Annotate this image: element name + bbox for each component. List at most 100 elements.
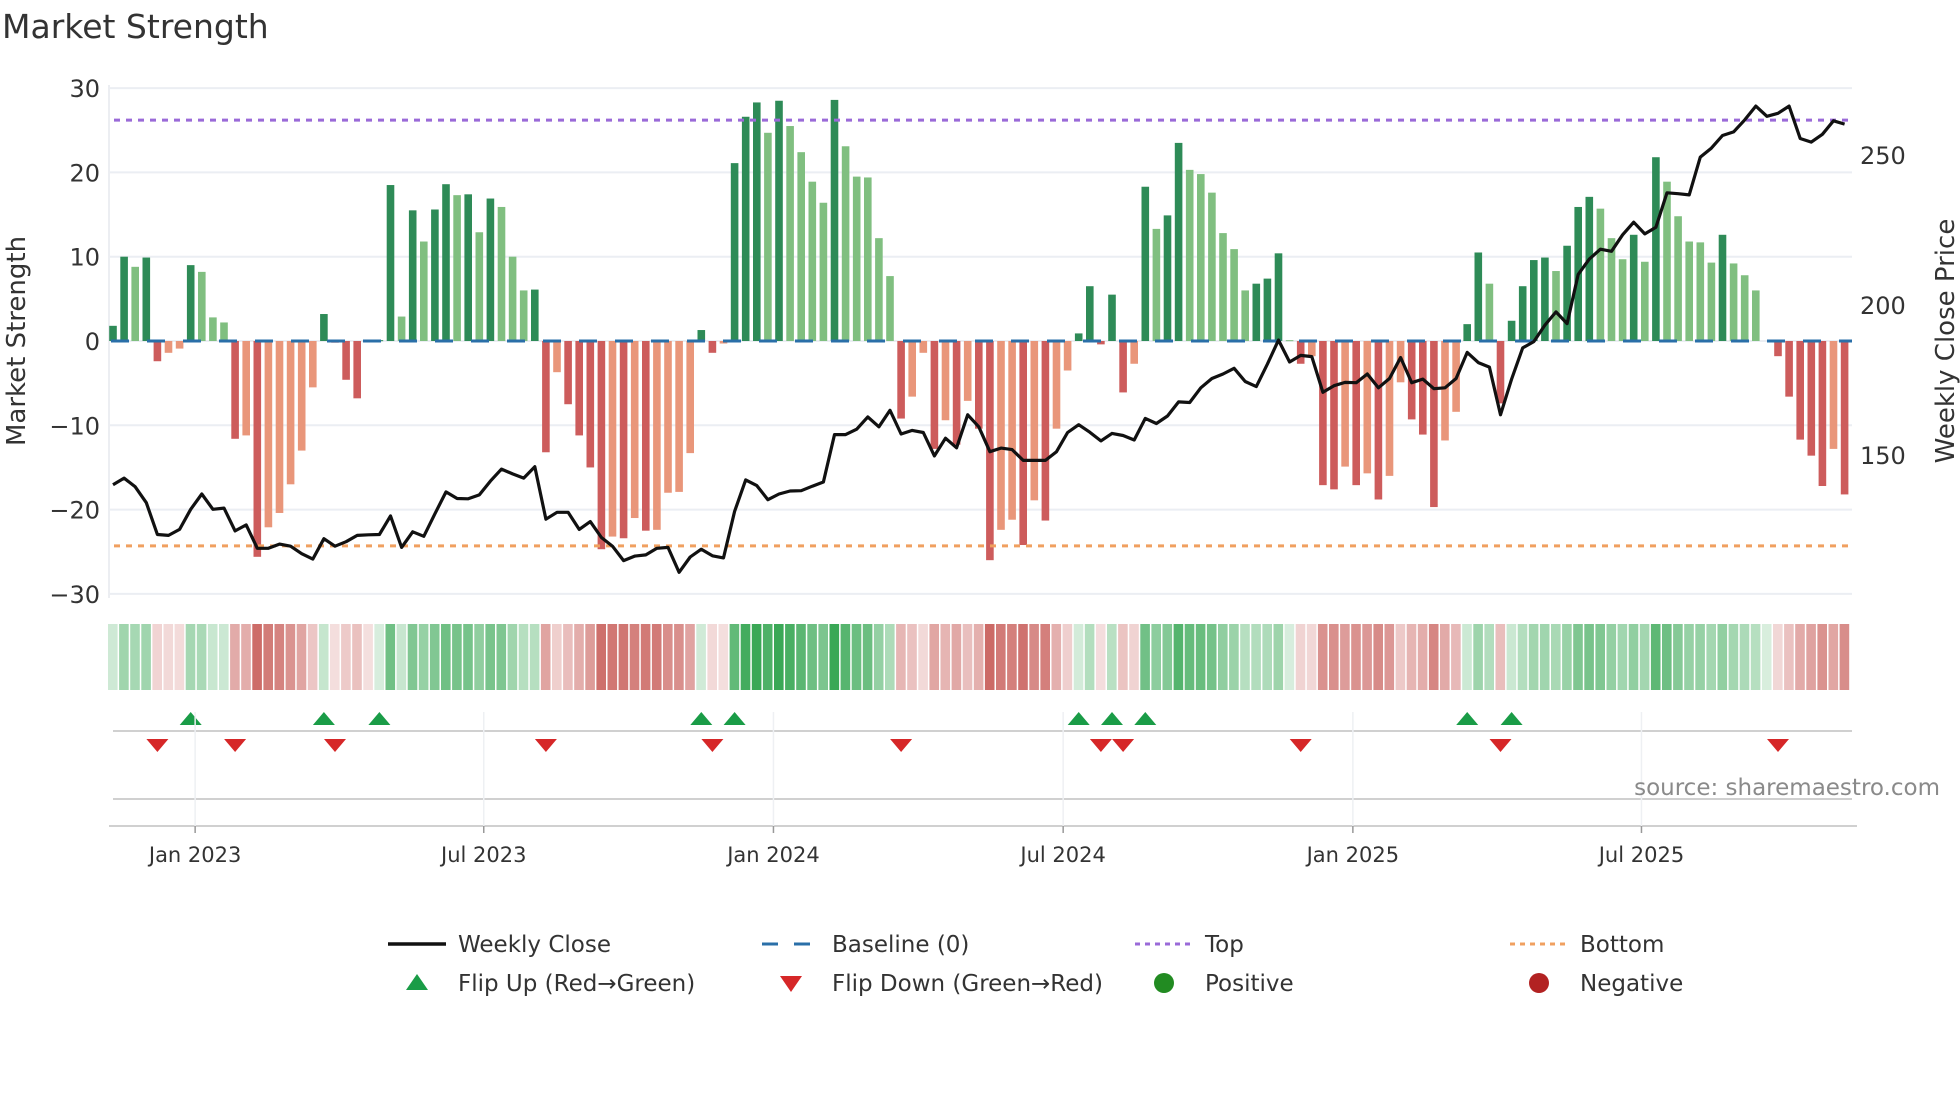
strength-bar bbox=[764, 132, 772, 341]
strength-bar bbox=[1385, 341, 1394, 476]
heatmap-cell bbox=[896, 624, 906, 690]
strength-bar bbox=[741, 116, 750, 342]
heatmap-cell bbox=[1062, 624, 1073, 690]
heatmap-cell bbox=[429, 624, 440, 690]
heatmap-cell bbox=[1184, 624, 1195, 690]
heatmap-cell bbox=[1218, 624, 1228, 690]
flip-up-marker bbox=[179, 712, 202, 725]
strength-bar bbox=[1674, 216, 1682, 341]
strength-bar bbox=[1008, 341, 1016, 520]
heatmap-cell bbox=[485, 624, 495, 690]
strength-bar bbox=[642, 341, 650, 531]
heatmap-cell bbox=[529, 624, 540, 690]
strength-bars bbox=[109, 99, 1849, 561]
flip-down-marker bbox=[1489, 739, 1512, 752]
strength-bar bbox=[1752, 290, 1760, 341]
strength-bar bbox=[1818, 341, 1827, 486]
heatmap-cell bbox=[585, 624, 595, 690]
heatmap-cell bbox=[751, 624, 762, 690]
strength-bar bbox=[564, 341, 572, 405]
heatmap-cell bbox=[352, 624, 362, 690]
strength-bar bbox=[1063, 341, 1072, 371]
heatmap-cell bbox=[274, 624, 285, 690]
heatmap-cell bbox=[640, 624, 651, 690]
x-tick-label: Jul 2025 bbox=[1597, 843, 1684, 867]
flip-up-marker bbox=[1067, 712, 1090, 725]
flip-down-marker bbox=[701, 739, 724, 752]
strength-bar bbox=[753, 102, 761, 341]
heatmap-cell bbox=[873, 624, 884, 690]
strength-bar bbox=[852, 176, 861, 341]
legend-triangle-down-icon bbox=[780, 976, 802, 992]
strength-bar bbox=[286, 341, 295, 485]
y-tick-label: −20 bbox=[49, 497, 100, 525]
heatmap-cell bbox=[1473, 624, 1483, 690]
heatmap-cell bbox=[1140, 624, 1150, 690]
strength-bar bbox=[1641, 261, 1649, 341]
strength-bar bbox=[1163, 215, 1172, 341]
strength-bar bbox=[519, 290, 528, 341]
flip-up-marker bbox=[312, 712, 335, 725]
heatmap-cell bbox=[1362, 624, 1372, 690]
heatmap-cell bbox=[1118, 624, 1128, 690]
strength-bar bbox=[220, 322, 228, 341]
legend-label: Bottom bbox=[1580, 932, 1664, 958]
strength-bar bbox=[153, 341, 162, 362]
strength-bar bbox=[1086, 286, 1094, 341]
strength-bar bbox=[864, 177, 872, 341]
heatmap-cell bbox=[496, 624, 507, 690]
strength-bar bbox=[1430, 341, 1438, 508]
heatmap-cell bbox=[596, 624, 606, 690]
heatmap-cell bbox=[1284, 624, 1295, 690]
strength-bar bbox=[1141, 186, 1150, 341]
heatmap-cell bbox=[285, 624, 296, 690]
heatmap-cell bbox=[441, 624, 451, 690]
heatmap-cell bbox=[951, 624, 962, 690]
strength-bar bbox=[1729, 263, 1738, 341]
strength-bar bbox=[686, 341, 694, 454]
strength-bar bbox=[786, 126, 794, 341]
strength-bar bbox=[397, 316, 406, 341]
heatmap-cell bbox=[574, 624, 584, 690]
strength-bar bbox=[1685, 241, 1693, 341]
heatmap-cell bbox=[1018, 624, 1028, 690]
strength-bar bbox=[464, 194, 472, 341]
strength-bar bbox=[1263, 278, 1272, 341]
strength-bar bbox=[109, 325, 117, 341]
strength-bar bbox=[1174, 142, 1183, 341]
heatmap-cell bbox=[1051, 624, 1062, 690]
heatmap-cell bbox=[1650, 624, 1661, 690]
heatmap-cell bbox=[862, 624, 873, 690]
strength-bar bbox=[120, 256, 128, 341]
heatmap-cell bbox=[418, 624, 429, 690]
strength-bar bbox=[653, 341, 661, 530]
heatmap-cell bbox=[540, 624, 551, 690]
strength-bar bbox=[1496, 341, 1505, 404]
heatmap-cell bbox=[1717, 624, 1728, 690]
y-tick-label: 0 bbox=[85, 328, 100, 356]
legend-triangle-up-icon bbox=[406, 974, 428, 990]
strength-bar bbox=[531, 289, 539, 341]
strength-bar bbox=[1552, 271, 1560, 341]
strength-bar bbox=[342, 341, 350, 380]
heatmap-cell bbox=[707, 624, 717, 690]
strength-bar bbox=[1507, 320, 1516, 341]
heatmap-cell bbox=[618, 624, 629, 690]
heatmap-cell bbox=[341, 624, 351, 690]
strength-bar bbox=[1707, 262, 1716, 341]
heatmap-cell bbox=[774, 624, 784, 690]
heatmap-cell bbox=[307, 624, 318, 690]
heatmap-cell bbox=[1306, 624, 1317, 690]
heatmap-cell bbox=[1262, 624, 1272, 690]
y-axis-label: Market Strength bbox=[2, 236, 32, 446]
heatmap-cell bbox=[674, 624, 684, 690]
heatmap-cell bbox=[1784, 624, 1794, 690]
heatmap-cell bbox=[1673, 624, 1683, 690]
strength-bar bbox=[142, 257, 151, 341]
flip-up-marker bbox=[723, 712, 746, 725]
heatmap-cell bbox=[1495, 624, 1506, 690]
strength-bar bbox=[1530, 260, 1538, 341]
heatmap-cell bbox=[507, 624, 518, 690]
legend-label: Flip Up (Red→Green) bbox=[458, 971, 695, 997]
strength-bar bbox=[975, 341, 983, 429]
